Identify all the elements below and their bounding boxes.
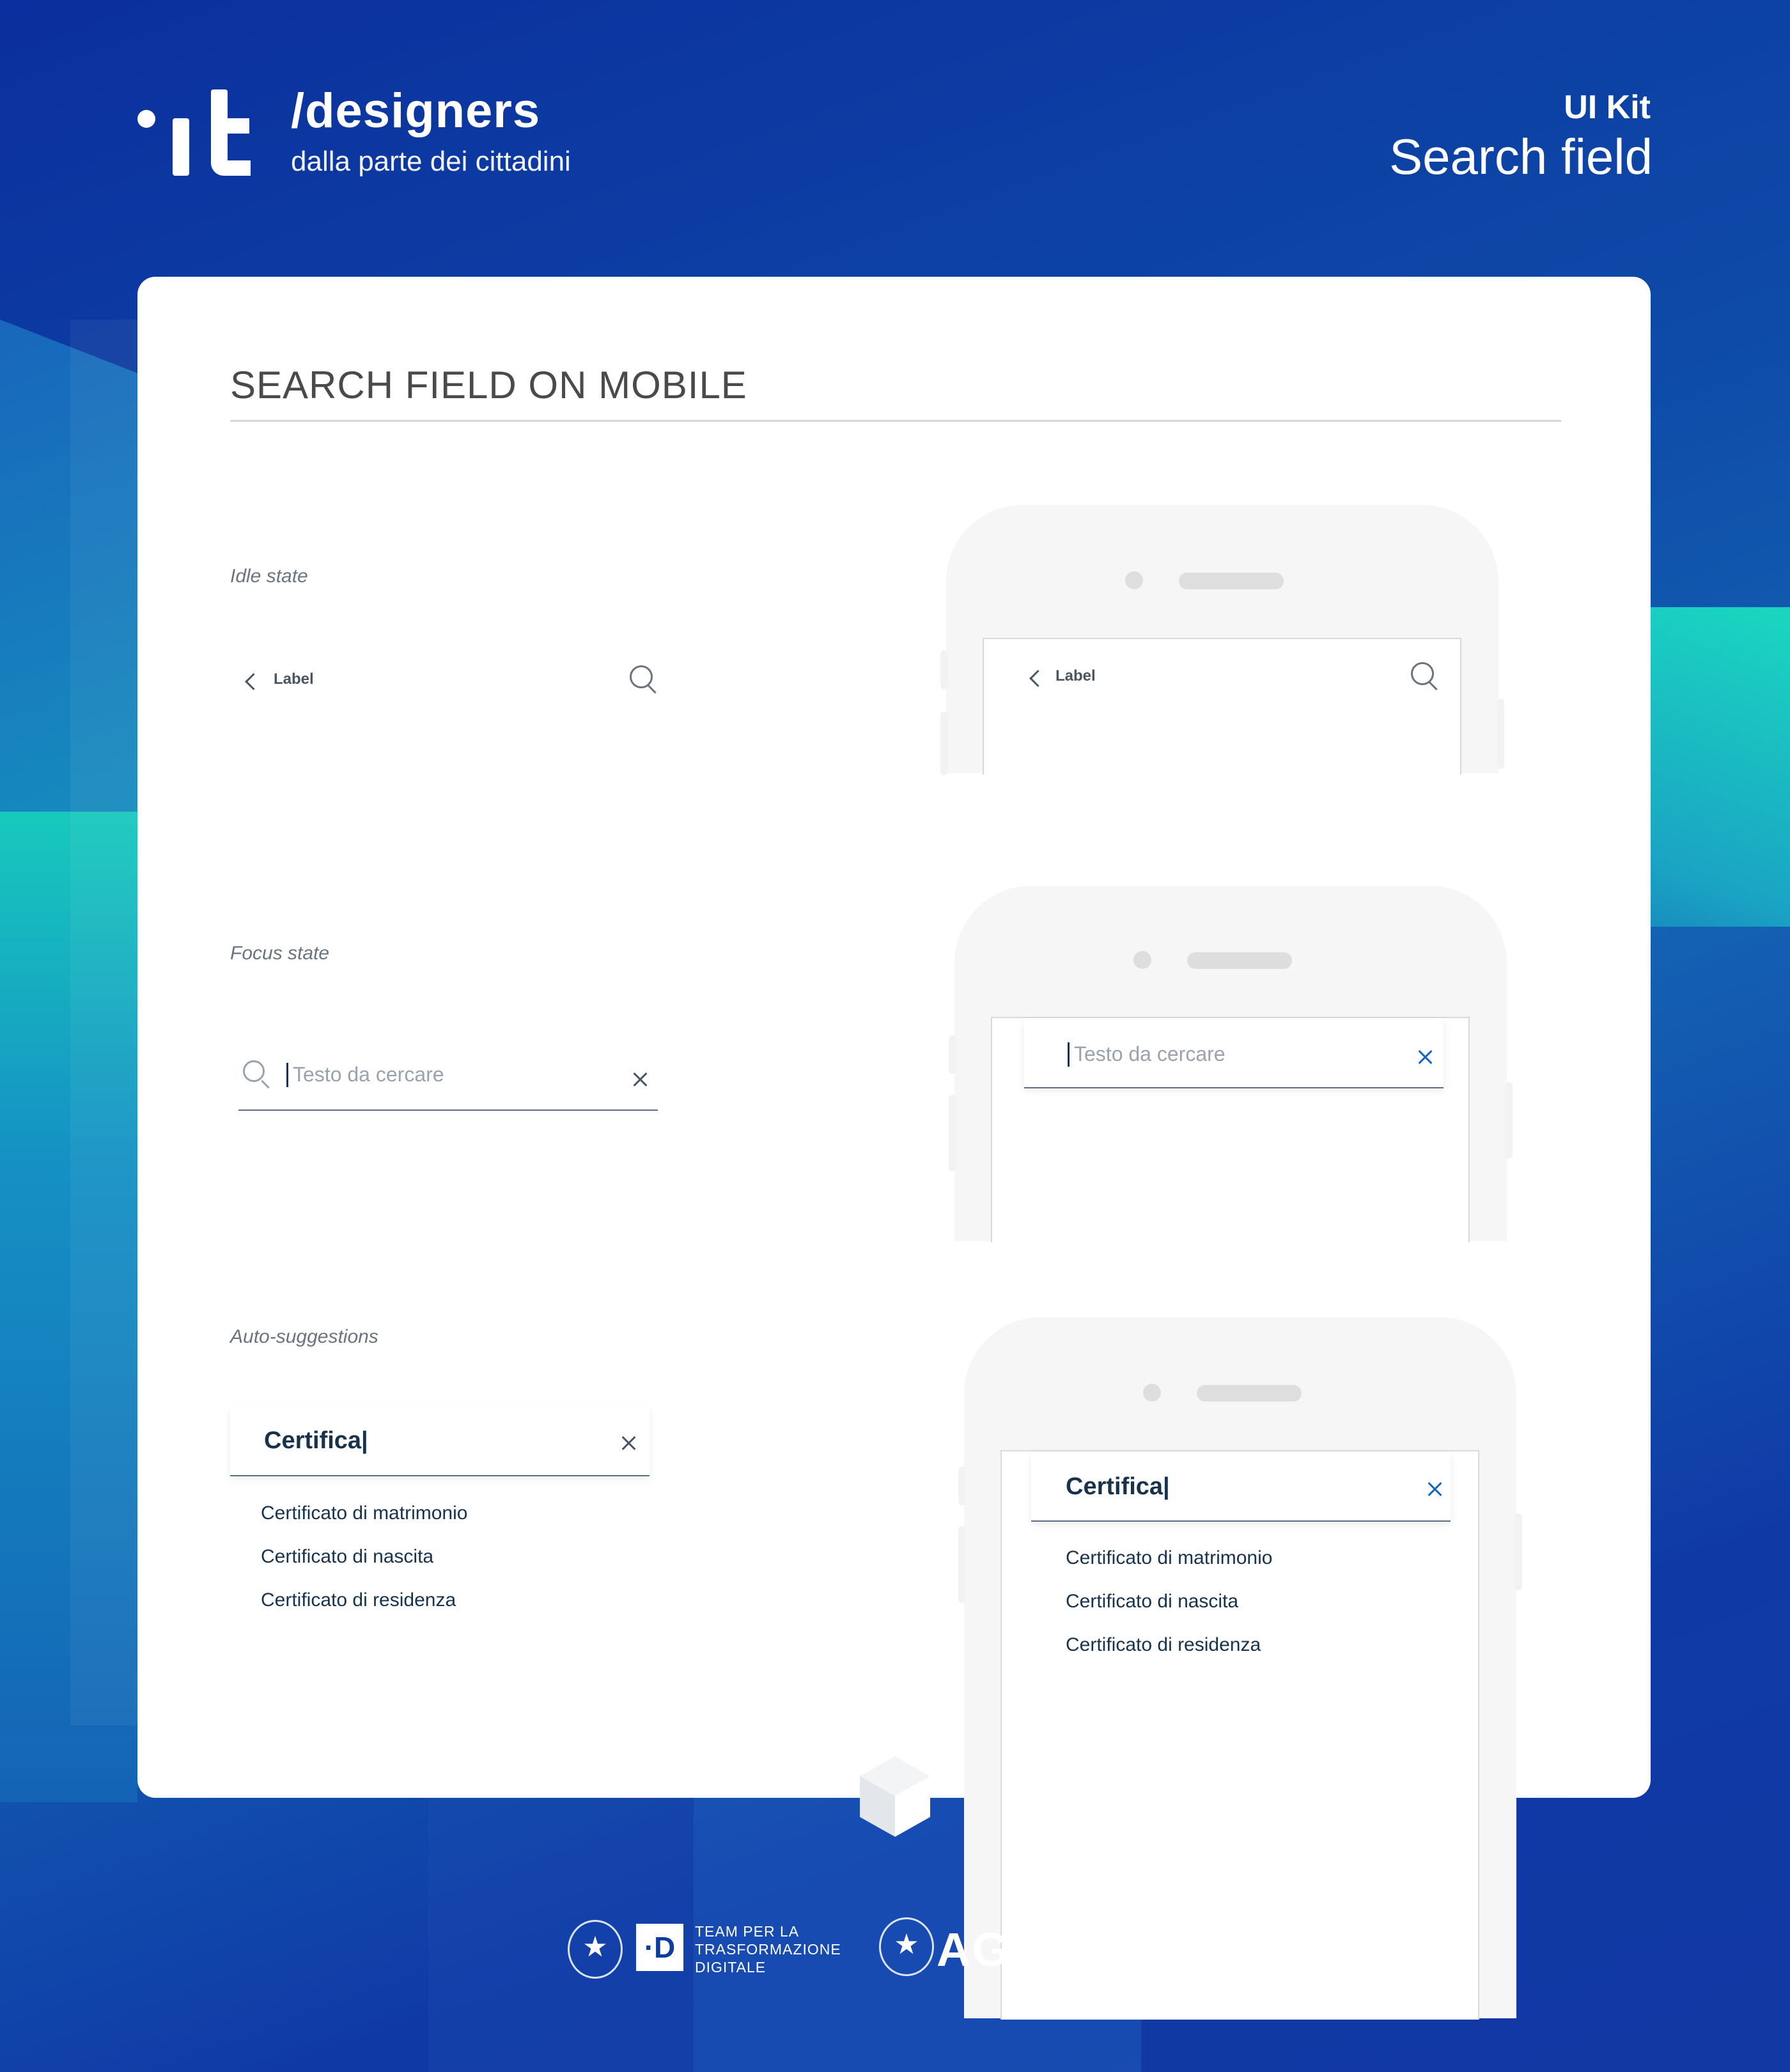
agid-logo: AGID <box>937 1923 1060 1976</box>
close-icon[interactable] <box>1417 1049 1433 1065</box>
search-input-underline <box>238 1109 658 1111</box>
team-digitale-logo: ·D <box>636 1924 683 1971</box>
logo-it-mark <box>173 89 268 176</box>
phone-screen: Testo da cercare <box>991 1017 1470 1242</box>
idle-state-label: Idle state <box>230 566 308 587</box>
cube-icon <box>860 1756 930 1837</box>
close-icon[interactable] <box>632 1071 648 1088</box>
agid-subtitle: Agenzia per l’Italia Digitale <box>1059 1927 1217 1974</box>
search-icon[interactable] <box>630 665 653 688</box>
kit-label: UI Kit <box>1564 89 1651 126</box>
italian-emblem-icon <box>879 1917 934 1976</box>
search-input-placeholder[interactable]: Testo da cercare <box>293 1063 444 1086</box>
footer: ·D TEAM PER LA TRASFORMAZIONE DIGITALE A… <box>0 1911 1790 1988</box>
section-divider <box>230 420 1561 422</box>
bg-shape-3 <box>70 320 141 1726</box>
text-caret <box>1068 1042 1070 1067</box>
suggestion-item[interactable]: Certificato di nascita <box>261 1546 433 1568</box>
suggestion-item[interactable]: Certificato di residenza <box>1066 1634 1261 1656</box>
suggestion-item[interactable]: Certificato di matrimonio <box>1066 1547 1272 1569</box>
content-card: SEARCH FIELD ON MOBILE Idle state Label … <box>137 277 1651 2020</box>
brand-subtitle: dalla parte dei cittadini <box>291 146 571 177</box>
nav-label: Label <box>1055 667 1096 684</box>
search-icon <box>243 1060 265 1082</box>
search-input-underline <box>1031 1520 1451 1522</box>
section-title: SEARCH FIELD ON MOBILE <box>230 364 747 406</box>
kit-title: Search field <box>1389 128 1653 185</box>
suggestion-item[interactable]: Certificato di nascita <box>1066 1591 1238 1612</box>
phone-camera <box>1125 571 1143 589</box>
suggestion-item[interactable]: Certificato di residenza <box>261 1589 456 1611</box>
search-input-underline <box>230 1475 650 1476</box>
search-input-placeholder[interactable]: Testo da cercare <box>1074 1042 1226 1066</box>
autosuggest-state-label: Auto-suggestions <box>230 1326 378 1347</box>
brand-title: /designers <box>291 84 541 138</box>
phone-speaker <box>1197 1385 1302 1402</box>
focus-state-label: Focus state <box>230 943 330 964</box>
phone-screen: Label <box>983 638 1461 775</box>
nav-label: Label <box>274 670 314 688</box>
search-input-value[interactable]: Certifica| <box>1066 1473 1170 1501</box>
phone-speaker <box>1187 952 1292 969</box>
text-caret <box>286 1063 288 1087</box>
italian-emblem-icon <box>568 1920 623 1979</box>
chevron-left-icon[interactable] <box>1029 670 1047 687</box>
chevron-left-icon[interactable] <box>245 673 262 690</box>
search-input-value[interactable]: Certifica| <box>264 1427 368 1455</box>
search-icon[interactable] <box>1411 662 1434 685</box>
search-input-underline <box>1024 1087 1444 1088</box>
phone-mockup-focus: Testo da cercare <box>954 886 1507 1242</box>
suggestion-item[interactable]: Certificato di matrimonio <box>261 1503 467 1524</box>
close-icon[interactable] <box>1426 1481 1443 1497</box>
phone-speaker <box>1179 573 1284 589</box>
logo-dot <box>137 110 155 128</box>
phone-camera <box>1133 951 1151 969</box>
close-icon[interactable] <box>620 1435 637 1451</box>
phone-mockup-idle: Label <box>946 505 1498 775</box>
phone-camera <box>1143 1384 1161 1402</box>
team-digitale-text: TEAM PER LA TRASFORMAZIONE DIGITALE <box>695 1923 841 1975</box>
bg-shape-2 <box>0 812 137 1802</box>
